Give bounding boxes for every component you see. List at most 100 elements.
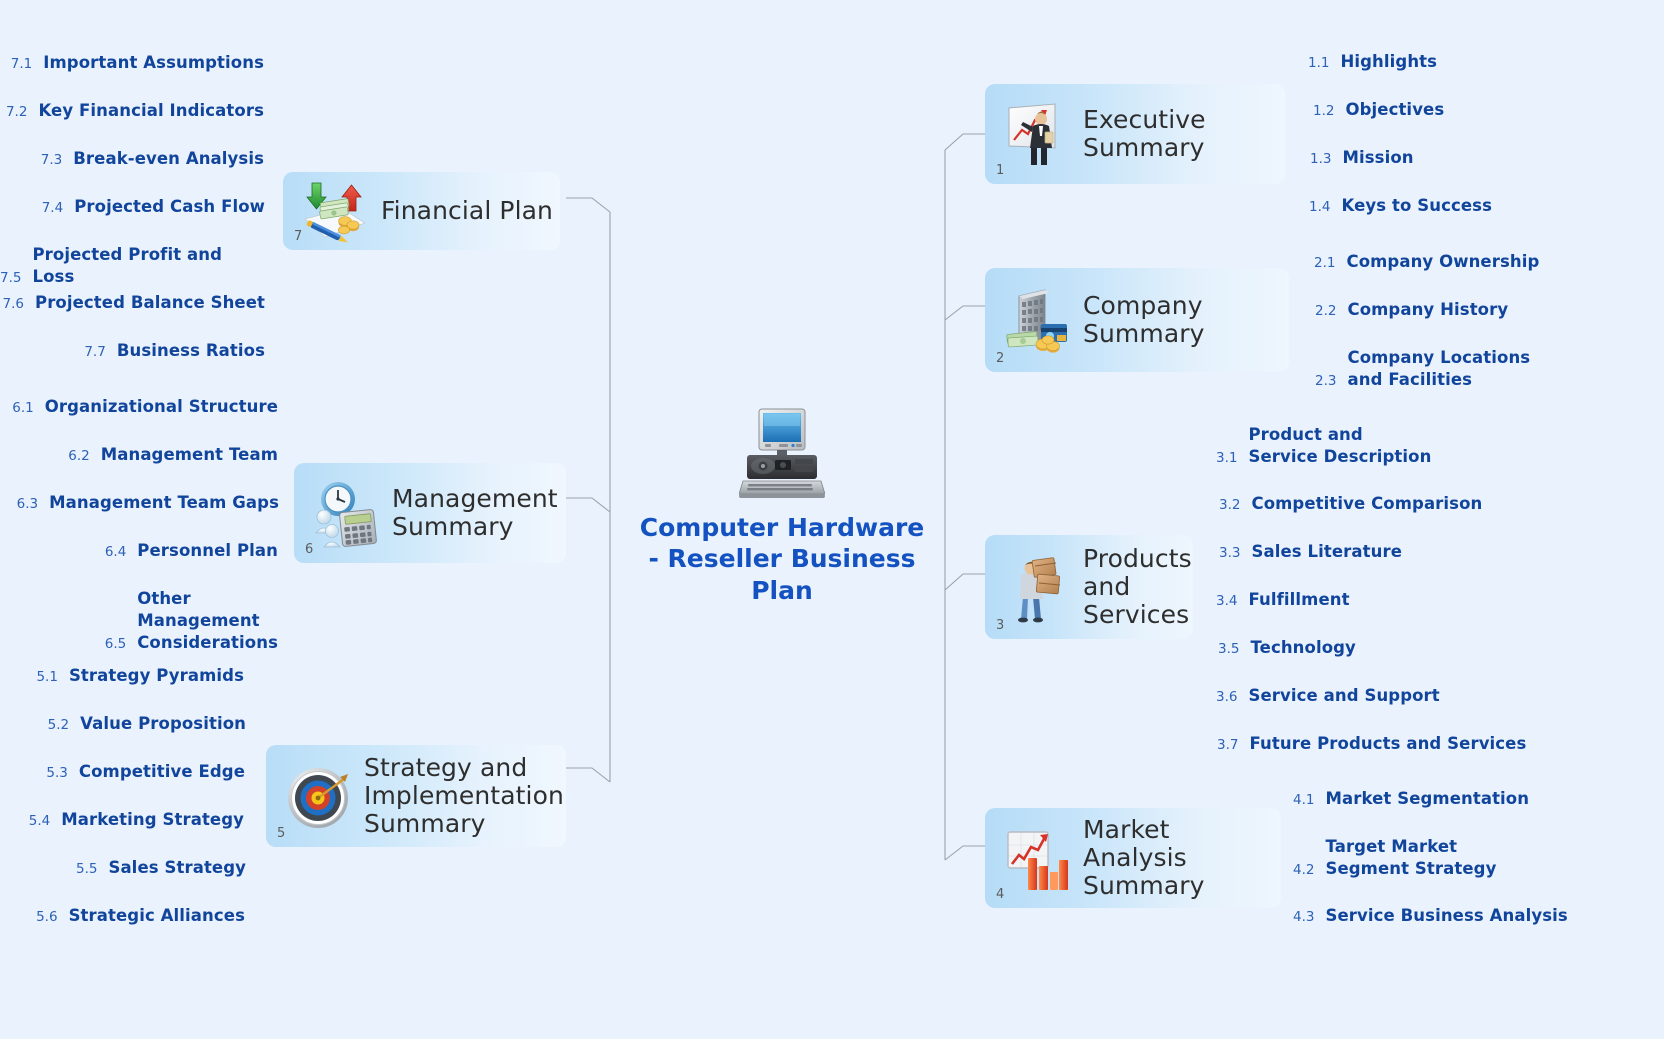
subtopic-3-3[interactable]: 3.3 Sales Literature [1219,541,1402,563]
subtopic-label: Company Locations and Facilities [1347,348,1531,389]
branch-node-market-analysis-summary[interactable]: Market Analysis Summary 4 [985,808,1281,908]
subtopic-number: 2.2 [1315,302,1337,319]
subtopic-3-1[interactable]: 3.1 Product and Service Description [1216,424,1436,468]
subtopic-label: Other Management Considerations [137,589,279,652]
subtopic-2-2[interactable]: 2.2 Company History [1315,299,1508,321]
subtopic-5-6[interactable]: 5.6 Strategic Alliances [0,905,245,927]
subtopic-5-1[interactable]: 5.1 Strategy Pyramids [0,665,244,687]
subtopic-label: Fulfillment [1248,590,1350,609]
branch-label: Company Summary [1083,291,1205,348]
subtopic-label: Strategy Pyramids [68,666,244,685]
subtopic-number: 2.3 [1315,372,1337,389]
subtopic-7-1[interactable]: 7.1 Important Assumptions [0,52,264,74]
subtopic-label: Mission [1342,148,1414,167]
subtopic-4-2[interactable]: 4.2 Target Market Segment Strategy [1293,836,1523,880]
subtopic-label: Key Financial Indicators [38,101,264,120]
subtopic-number: 3.1 [1216,449,1238,466]
subtopic-3-4[interactable]: 3.4 Fulfillment [1216,589,1350,611]
subtopic-6-2[interactable]: 6.2 Management Team [0,444,278,466]
person-carrying-boxes-icon [1001,551,1073,623]
subtopic-7-7[interactable]: 7.7 Business Ratios [0,340,265,362]
subtopic-label: Competitive Edge [78,762,245,781]
office-building-money-icon [1001,284,1073,356]
subtopic-label: Business Ratios [116,341,265,360]
subtopic-number: 6.4 [104,543,127,560]
subtopic-number: 1.3 [1310,150,1332,167]
subtopic-7-5[interactable]: 7.5 Projected Profit and Loss [0,244,265,288]
subtopic-number: 5.5 [75,860,98,877]
subtopic-label: Target Market Segment Strategy [1325,837,1497,878]
subtopic-label: Highlights [1340,52,1438,71]
subtopic-number: 3.4 [1216,592,1238,609]
subtopic-number: 4.2 [1293,861,1315,878]
subtopic-7-3[interactable]: 7.3 Break-even Analysis [0,148,264,170]
subtopic-3-7[interactable]: 3.7 Future Products and Services [1217,733,1526,755]
branch-number: 5 [277,826,286,841]
bar-chart-growth-icon [1001,822,1073,894]
subtopic-1-4[interactable]: 1.4 Keys to Success [1309,195,1492,217]
subtopic-label: Value Proposition [80,714,246,733]
subtopic-label: Marketing Strategy [61,810,244,829]
subtopic-number: 7.5 [0,269,22,286]
subtopic-6-5[interactable]: 6.5 Other Management Considerations [104,588,279,654]
subtopic-3-6[interactable]: 3.6 Service and Support [1216,685,1440,707]
branch-node-financial-plan[interactable]: Financial Plan 7 [283,172,560,250]
desktop-computer-icon [738,408,826,500]
subtopic-6-4[interactable]: 6.4 Personnel Plan [0,540,278,562]
subtopic-1-1[interactable]: 1.1 Highlights [1308,51,1437,73]
subtopic-label: Personnel Plan [137,541,278,560]
subtopic-label: Organizational Structure [44,397,278,416]
central-topic[interactable]: Computer Hardware - Reseller Business Pl… [632,408,932,606]
subtopic-7-4[interactable]: 7.4 Projected Cash Flow [0,196,265,218]
presenter-chart-icon [1001,98,1073,170]
subtopic-label: Service and Support [1248,686,1440,705]
branch-node-company-summary[interactable]: Company Summary 2 [985,268,1289,372]
branch-label: Financial Plan [381,196,554,225]
branch-node-management-summary[interactable]: Management Summary 6 [294,463,566,563]
subtopic-6-1[interactable]: 6.1 Organizational Structure [0,396,278,418]
subtopic-5-2[interactable]: 5.2 Value Proposition [0,713,246,735]
subtopic-7-6[interactable]: 7.6 Projected Balance Sheet [0,292,265,314]
subtopic-label: Company Ownership [1346,252,1540,271]
subtopic-label: Market Segmentation [1325,789,1530,808]
subtopic-5-5[interactable]: 5.5 Sales Strategy [0,857,246,879]
subtopic-5-3[interactable]: 5.3 Competitive Edge [0,761,245,783]
subtopic-5-4[interactable]: 5.4 Marketing Strategy [0,809,244,831]
subtopic-2-3[interactable]: 2.3 Company Locations and Facilities [1315,347,1545,391]
subtopic-number: 3.3 [1219,544,1241,561]
subtopic-number: 5.1 [36,668,58,685]
subtopic-1-2[interactable]: 1.2 Objectives [1313,99,1444,121]
subtopic-1-3[interactable]: 1.3 Mission [1310,147,1414,169]
subtopic-2-1[interactable]: 2.1 Company Ownership [1314,251,1539,273]
subtopic-4-3[interactable]: 4.3 Service Business Analysis [1293,905,1568,927]
subtopic-label: Product and Service Description [1248,425,1432,466]
branch-number: 2 [996,351,1005,366]
branch-node-strategy-and-implementation-summary[interactable]: Strategy and Implementation Summary 5 [266,745,566,847]
subtopic-number: 6.5 [104,635,127,652]
subtopic-6-3[interactable]: 6.3 Management Team Gaps [0,492,279,514]
dartboard-target-icon [282,760,354,832]
subtopic-label: Service Business Analysis [1325,906,1568,925]
subtopic-number: 1.2 [1313,102,1335,119]
subtopic-3-5[interactable]: 3.5 Technology [1218,637,1356,659]
subtopic-label: Projected Cash Flow [74,197,265,216]
subtopic-label: Competitive Comparison [1251,494,1483,513]
subtopic-number: 7.4 [41,199,64,216]
subtopic-4-1[interactable]: 4.1 Market Segmentation [1293,788,1529,810]
subtopic-number: 2.1 [1314,254,1336,271]
money-arrows-pen-icon [299,175,371,247]
branch-number: 4 [996,887,1005,902]
subtopic-label: Projected Profit and Loss [32,245,223,286]
branch-label: Strategy and Implementation Summary [364,753,564,838]
subtopic-3-2[interactable]: 3.2 Competitive Comparison [1219,493,1482,515]
branch-number: 7 [294,229,303,244]
branch-node-executive-summary[interactable]: Executive Summary 1 [985,84,1285,184]
subtopic-label: Projected Balance Sheet [35,293,265,312]
subtopic-number: 4.3 [1293,908,1315,925]
branch-node-products-and-services[interactable]: Products and Services 3 [985,535,1193,639]
subtopic-7-2[interactable]: 7.2 Key Financial Indicators [0,100,264,122]
subtopic-label: Objectives [1345,100,1445,119]
subtopic-label: Important Assumptions [43,53,264,72]
subtopic-number: 6.1 [12,399,34,416]
subtopic-number: 7.7 [84,343,106,360]
